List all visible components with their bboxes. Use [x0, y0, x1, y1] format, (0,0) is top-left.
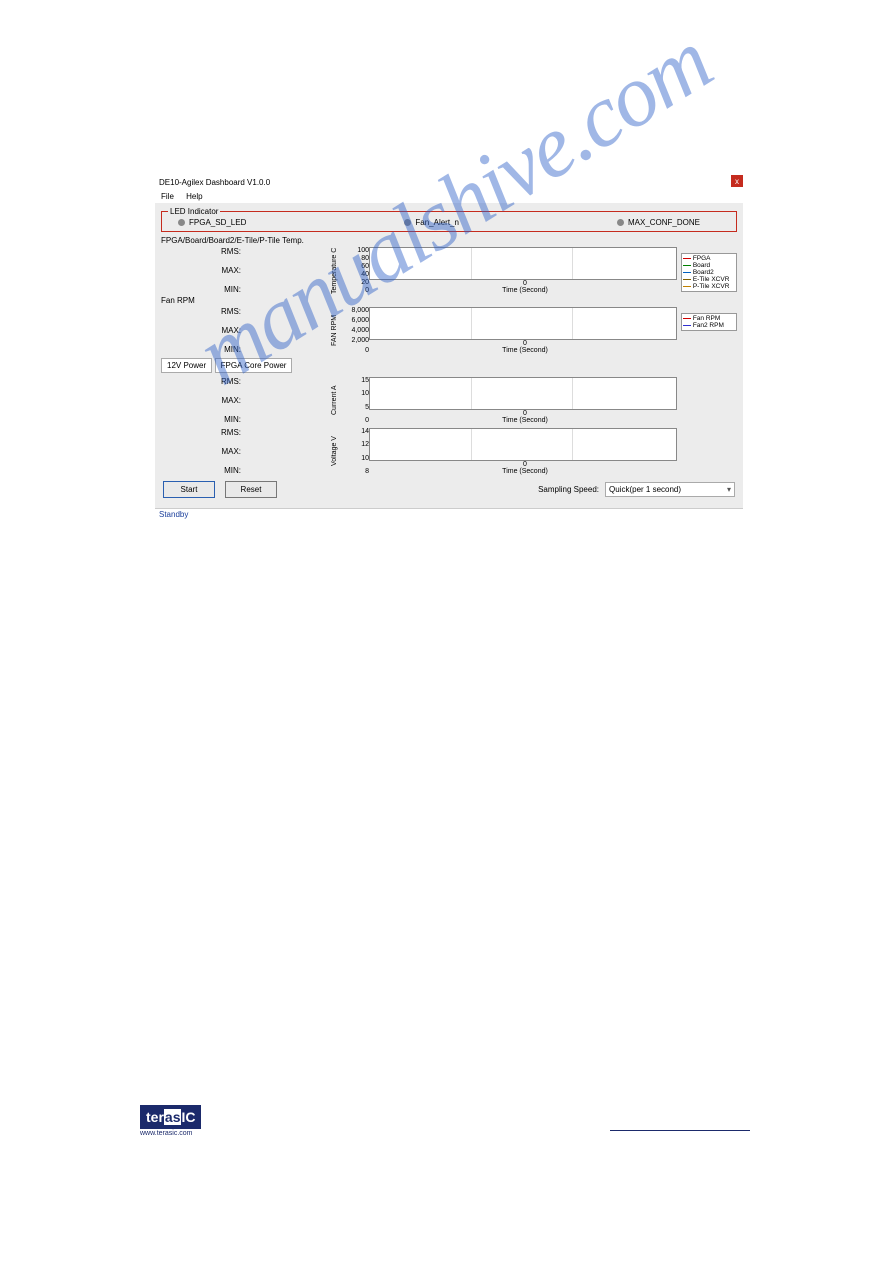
led-dot-icon: [178, 219, 185, 226]
led-fan-alert: Fan_Alert_n: [404, 218, 459, 227]
voltage-chart: [369, 428, 677, 461]
footer-line: [610, 1130, 750, 1131]
voltage-min-label: MIN:: [197, 466, 331, 475]
led-fpga-sd: FPGA_SD_LED: [178, 218, 246, 227]
temp-y-axis-label: Temperature C: [331, 247, 341, 294]
current-min-label: MIN:: [197, 415, 331, 424]
fan-y-ticks: 8,0006,0004,0002,0000: [341, 307, 369, 354]
close-icon[interactable]: x: [731, 175, 743, 187]
fan-section-title: Fan RPM: [161, 296, 737, 305]
led-indicator-group: LED Indicator FPGA_SD_LED Fan_Alert_n MA…: [161, 207, 737, 232]
temp-min-label: MIN:: [197, 285, 331, 294]
led-legend: LED Indicator: [168, 207, 220, 216]
current-row: RMS: MAX: MIN: Current A 15 10 5 0: [161, 377, 737, 424]
led-max-conf-done: MAX_CONF_DONE: [617, 218, 700, 227]
fan-rms-label: RMS:: [197, 307, 331, 316]
temp-y-ticks: 100 80 60 40 20 0: [341, 247, 369, 294]
fan-chart: [369, 307, 677, 340]
terasic-logo-icon: terasIC: [140, 1105, 201, 1129]
terasic-url: www.terasic.com: [140, 1130, 201, 1137]
current-max-label: MAX:: [197, 396, 331, 405]
led-dot-icon: [617, 219, 624, 226]
sampling-speed-select[interactable]: Quick(per 1 second): [605, 482, 735, 497]
tab-fpga-core-power[interactable]: FPGA Core Power: [215, 358, 293, 373]
voltage-row: RMS: MAX: MIN: Voltage V 14 12 10 8: [161, 428, 737, 475]
voltage-y-axis-label: Voltage V: [331, 428, 341, 475]
temp-row: RMS: MAX: MIN: Temperature C 100 80 60 4…: [161, 247, 737, 294]
start-button[interactable]: Start: [163, 481, 215, 498]
footer-logo: terasIC www.terasic.com: [140, 1105, 201, 1137]
voltage-rms-label: RMS:: [197, 428, 331, 437]
current-y-axis-label: Current A: [331, 377, 341, 424]
fan-legend: Fan RPM Fan2 RPM: [681, 313, 737, 331]
current-x-axis-label: Time (Second): [502, 417, 548, 424]
sampling-speed-label: Sampling Speed:: [538, 485, 599, 494]
fan-x-axis-label: Time (Second): [502, 347, 548, 354]
led-dot-icon: [404, 219, 411, 226]
voltage-max-label: MAX:: [197, 447, 331, 456]
temp-x-axis-label: Time (Second): [502, 287, 548, 294]
current-chart: [369, 377, 677, 410]
power-tabs: 12V Power FPGA Core Power: [161, 358, 737, 373]
current-y-ticks: 15 10 5 0: [341, 377, 369, 424]
current-rms-label: RMS:: [197, 377, 331, 386]
menu-help[interactable]: Help: [186, 192, 202, 201]
voltage-x-axis-label: Time (Second): [502, 468, 548, 475]
voltage-y-ticks: 14 12 10 8: [341, 428, 369, 475]
control-bar: Start Reset Sampling Speed: Quick(per 1 …: [161, 475, 737, 504]
fan-min-label: MIN:: [197, 345, 331, 354]
fan-y-axis-label: FAN RPM: [331, 307, 341, 354]
temp-legend: FPGA Board Board2 E-Tile XCVR P-Tile XCV…: [681, 253, 737, 292]
menu-bar: File Help: [155, 190, 743, 203]
status-bar: Standby: [155, 508, 743, 520]
title-bar: DE10-Agilex Dashboard V1.0.0 x: [155, 175, 743, 190]
fan-max-label: MAX:: [197, 326, 331, 335]
temp-section-title: FPGA/Board/Board2/E-Tile/P-Tile Temp.: [161, 236, 737, 245]
tab-12v-power[interactable]: 12V Power: [161, 358, 212, 373]
menu-file[interactable]: File: [161, 192, 174, 201]
reset-button[interactable]: Reset: [225, 481, 277, 498]
dashboard-window: DE10-Agilex Dashboard V1.0.0 x File Help…: [155, 175, 743, 520]
temp-chart: [369, 247, 677, 280]
window-title: DE10-Agilex Dashboard V1.0.0: [159, 178, 270, 187]
temp-max-label: MAX:: [197, 266, 331, 275]
fan-row: RMS: MAX: MIN: FAN RPM 8,0006,0004,0002,…: [161, 307, 737, 354]
temp-rms-label: RMS:: [197, 247, 331, 256]
